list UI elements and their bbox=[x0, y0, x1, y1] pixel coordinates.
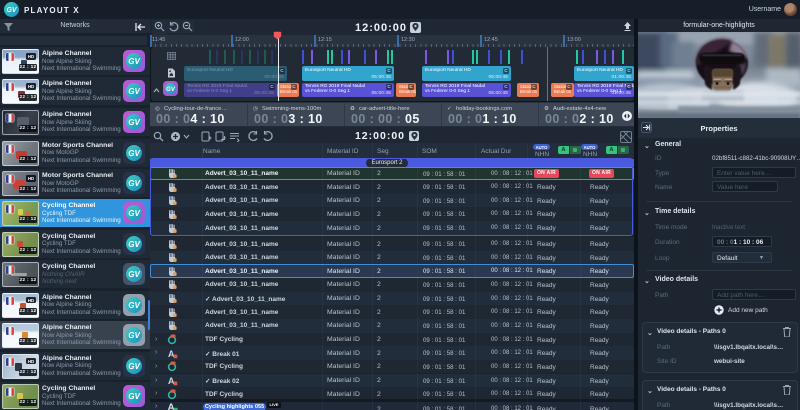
svg-text:GV: GV bbox=[128, 362, 140, 371]
svg-text:GV: GV bbox=[128, 270, 140, 279]
svg-text:GV: GV bbox=[128, 149, 140, 158]
svg-text:GV: GV bbox=[128, 331, 140, 340]
svg-text:GV: GV bbox=[128, 209, 140, 218]
svg-text:GV: GV bbox=[128, 392, 140, 401]
svg-text:GV: GV bbox=[128, 240, 140, 249]
svg-text:GV: GV bbox=[128, 179, 140, 188]
svg-text:GV: GV bbox=[128, 87, 140, 96]
svg-text:GV: GV bbox=[166, 87, 176, 93]
svg-text:GV: GV bbox=[128, 57, 140, 66]
svg-text:A: A bbox=[168, 403, 175, 410]
svg-text:GV: GV bbox=[128, 118, 140, 127]
svg-text:GV: GV bbox=[128, 301, 140, 310]
svg-text:GV: GV bbox=[6, 7, 17, 14]
